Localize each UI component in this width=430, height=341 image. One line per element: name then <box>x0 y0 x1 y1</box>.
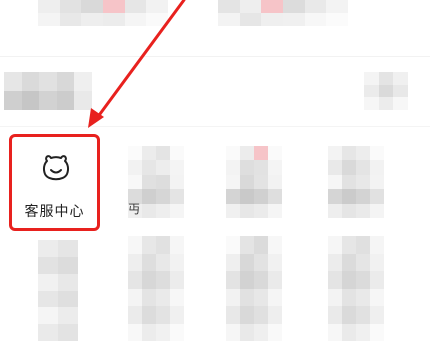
bear-face-icon <box>42 155 70 181</box>
blurred-grid-item[interactable] <box>226 146 282 218</box>
customer-service-button[interactable]: 客服中心 <box>9 134 100 231</box>
blurred-grid-item[interactable] <box>328 236 384 341</box>
clipped-label-text: 丏 <box>128 202 141 216</box>
screenshot: 丏 客服中心 <box>0 0 430 341</box>
blurred-section-title <box>4 72 92 110</box>
blurred-grid-item[interactable] <box>38 240 78 341</box>
blurred-section-more <box>364 72 408 110</box>
blurred-item-top-right <box>218 0 348 26</box>
blurred-grid-item[interactable] <box>226 236 282 341</box>
section-divider <box>0 126 430 127</box>
customer-service-label: 客服中心 <box>24 204 85 220</box>
blurred-grid-item[interactable] <box>128 236 184 341</box>
section-divider <box>0 56 430 57</box>
blurred-grid-item[interactable] <box>328 146 384 218</box>
blurred-item-top-left <box>38 0 168 26</box>
